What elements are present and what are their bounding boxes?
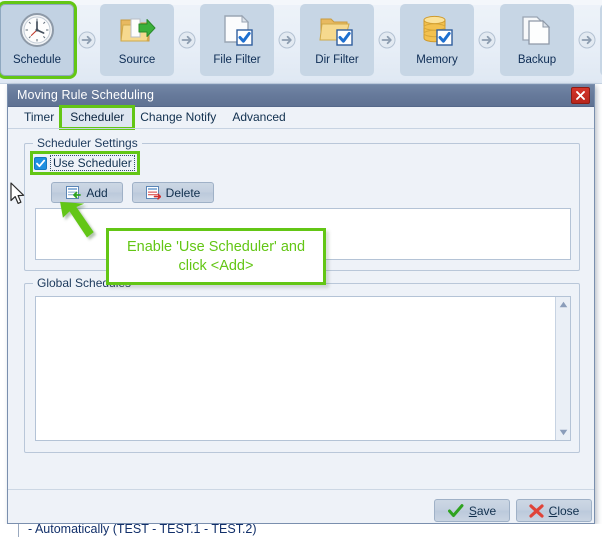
dialog-close-button[interactable]	[571, 87, 590, 104]
tab-underline	[8, 128, 594, 129]
wizard-step-arrow-icon	[374, 4, 400, 76]
tab-scheduler[interactable]: Scheduler	[59, 105, 136, 130]
cross-red-icon	[529, 503, 544, 518]
database-check-icon	[417, 10, 457, 50]
tab-change-notify[interactable]: Change Notify	[132, 108, 224, 127]
save-accel-char: S	[468, 503, 477, 518]
delete-button[interactable]: Delete	[132, 182, 214, 203]
wizard-step-dir-filter[interactable]: Dir Filter	[300, 4, 374, 76]
wizard-step-source[interactable]: Source	[100, 4, 174, 76]
wizard-step-file-filter[interactable]: File Filter	[200, 4, 274, 76]
wizard-step-arrow-icon	[474, 4, 500, 76]
annotation-line-2: click <Add>	[178, 257, 254, 274]
annotation-callout: Enable 'Use Scheduler' and click <Add>	[106, 228, 326, 285]
scroll-up-button[interactable]	[556, 297, 571, 312]
chevron-up-icon	[559, 301, 567, 308]
dialog-tabstrip: Timer Scheduler Change Notify Advanced	[8, 105, 594, 130]
wizard-toolbar: Schedule Source File Filter Dir Filter M…	[0, 0, 602, 84]
copy-pages-icon	[517, 10, 557, 50]
annotation-line-1: Enable 'Use Scheduler' and	[126, 238, 306, 255]
wizard-step-memory[interactable]: Memory	[400, 4, 474, 76]
wizard-step-label: Dir Filter	[315, 54, 359, 66]
footer-divider	[8, 489, 594, 490]
wizard-step-label: Backup	[517, 54, 557, 66]
wizard-step-arrow-icon	[174, 4, 200, 76]
use-scheduler-label[interactable]: Use Scheduler	[50, 155, 135, 171]
scroll-down-button[interactable]	[556, 425, 571, 440]
wizard-step-label: Memory	[416, 54, 458, 66]
global-schedules-scrollbar[interactable]	[555, 297, 570, 440]
use-scheduler-checkbox-row[interactable]: Use Scheduler	[30, 151, 140, 175]
close-rest: lose	[557, 503, 580, 518]
checkmark-green-icon	[447, 503, 464, 517]
wizard-step-backup[interactable]: Backup	[500, 4, 574, 76]
close-button[interactable]: Close	[516, 499, 592, 522]
wizard-step-label: File Filter	[213, 54, 261, 66]
scheduler-settings-title: Scheduler Settings	[33, 136, 142, 150]
tab-list: Timer Scheduler Change Notify Advanced	[16, 105, 294, 130]
file-check-icon	[217, 10, 257, 50]
use-scheduler-checkbox[interactable]	[34, 156, 47, 170]
clock-icon	[17, 10, 57, 50]
dialog-title: Moving Rule Scheduling	[17, 88, 155, 102]
close-icon	[576, 91, 585, 100]
wizard-step-label: Source	[118, 54, 156, 66]
save-button-label: Save	[469, 504, 496, 518]
annotation-text: Enable 'Use Scheduler' and click <Add>	[127, 238, 305, 276]
chevron-down-icon	[559, 429, 567, 436]
mouse-cursor-icon	[10, 182, 25, 204]
delete-row-icon	[145, 185, 161, 200]
background-bottom-strip: - Automatically (TEST - TEST.1 - TEST.2)	[0, 524, 602, 537]
tab-timer[interactable]: Timer	[16, 108, 62, 127]
wizard-step-arrow-icon	[574, 4, 600, 76]
save-rest: ave	[476, 503, 497, 518]
folder-check-icon	[317, 10, 357, 50]
background-bottom-text: - Automatically (TEST - TEST.1 - TEST.2)	[28, 524, 257, 536]
wizard-step-schedule[interactable]: Schedule	[0, 1, 77, 79]
tree-guide-line	[18, 524, 19, 537]
moving-rule-scheduling-dialog: Moving Rule Scheduling Timer Scheduler Cha…	[7, 84, 595, 524]
dialog-titlebar: Moving Rule Scheduling	[8, 85, 594, 107]
global-schedules-group: Global Schedules	[24, 276, 580, 453]
screen: Schedule Source File Filter Dir Filter M…	[0, 0, 602, 537]
folder-arrow-icon	[117, 10, 157, 50]
wizard-step-arrow-icon	[74, 4, 100, 76]
wizard-step-row: Schedule Source File Filter Dir Filter M…	[0, 1, 602, 79]
global-schedules-list[interactable]	[35, 296, 571, 441]
delete-button-label: Delete	[165, 185, 201, 200]
close-button-label: Close	[549, 504, 580, 518]
tab-advanced[interactable]: Advanced	[224, 108, 293, 127]
wizard-step-arrow-icon	[274, 4, 300, 76]
checkmark-icon	[36, 159, 46, 167]
save-button[interactable]: Save	[434, 499, 510, 522]
wizard-step-label: Schedule	[13, 54, 61, 66]
